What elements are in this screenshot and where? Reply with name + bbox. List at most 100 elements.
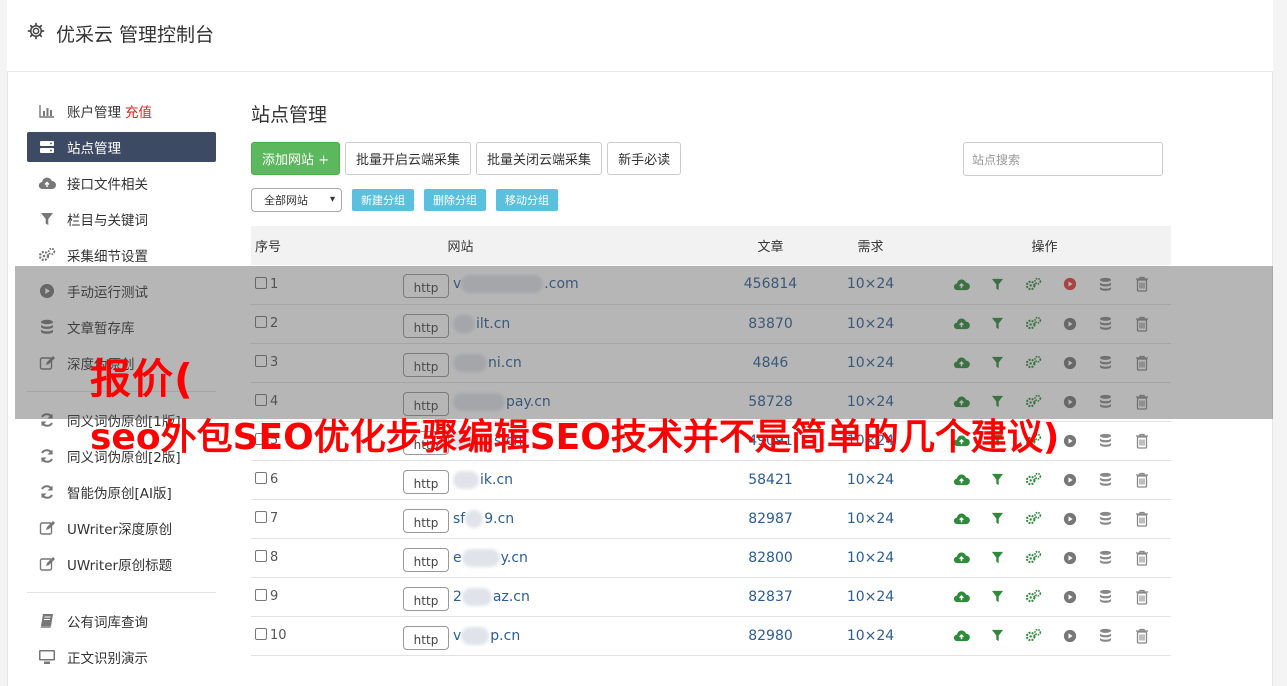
group-select-value: 全部网站 — [264, 194, 308, 207]
sidebar-item-4[interactable]: UWriter深度原创 — [27, 510, 216, 546]
redacted-domain — [461, 548, 500, 567]
filter-icon[interactable] — [989, 471, 1007, 489]
gears-icon[interactable] — [1025, 627, 1043, 645]
guide-button[interactable]: 新手必读 — [607, 142, 682, 175]
add-site-button[interactable]: 添加网站 + — [251, 142, 341, 175]
article-count[interactable]: 82980 — [718, 616, 823, 656]
gears-icon — [38, 247, 56, 263]
col-articles: 文章 — [718, 226, 823, 265]
table-row[interactable]: 9 http 2 az.cn 82837 10×24 — [251, 577, 1171, 617]
site-cell: http v p.cn — [323, 616, 718, 656]
sidebar-item-label: 账户管理 — [67, 105, 121, 121]
recharge-link[interactable]: 充值 — [125, 101, 152, 121]
database-icon[interactable] — [1097, 588, 1115, 606]
sidebar-item-1[interactable]: 账户管理 充值 — [27, 93, 216, 129]
sidebar-item-5[interactable]: UWriter原创标题 — [27, 546, 216, 582]
sidebar-item-3[interactable]: 智能伪原创[AI版] — [27, 474, 216, 510]
play-circle-icon[interactable] — [1061, 588, 1079, 606]
sidebar-item-2[interactable]: 站点管理 — [27, 132, 216, 162]
col-site: 网站 — [323, 226, 718, 265]
database-icon[interactable] — [1097, 549, 1115, 567]
row-actions — [918, 616, 1171, 656]
row-actions — [918, 538, 1171, 578]
delete-group-button[interactable]: 删除分组 — [424, 189, 486, 211]
database-icon[interactable] — [1097, 510, 1115, 528]
database-icon[interactable] — [1097, 471, 1115, 489]
demand-value[interactable]: 10×24 — [823, 577, 918, 617]
article-count[interactable]: 82987 — [718, 499, 823, 539]
trash-icon[interactable] — [1133, 510, 1151, 528]
play-circle-icon[interactable] — [1061, 510, 1079, 528]
protocol-badge[interactable]: http — [403, 586, 449, 611]
sidebar-item-2[interactable]: 正文识别演示 — [27, 639, 216, 675]
demand-value[interactable]: 10×24 — [823, 538, 918, 578]
row-index: 7 — [251, 499, 323, 539]
group-controls: 全部网站 ▾ 新建分组 删除分组 移动分组 — [251, 188, 558, 212]
filter-icon[interactable] — [989, 510, 1007, 528]
site-cell: http ik.cn — [323, 460, 718, 500]
move-group-button[interactable]: 移动分组 — [496, 189, 558, 211]
filter-icon[interactable] — [989, 549, 1007, 567]
row-checkbox[interactable] — [255, 550, 267, 562]
protocol-badge[interactable]: http — [403, 625, 449, 650]
table-row[interactable]: 10 http v p.cn 82980 10×24 — [251, 616, 1171, 656]
sidebar-item-label: UWriter原创标题 — [67, 558, 173, 574]
row-number: 10 — [270, 628, 287, 643]
main-content: 站点管理 添加网站 + 批量开启云端采集 批量关闭云端采集 新手必读 站点搜索 … — [251, 100, 1171, 656]
cloud-upload-icon[interactable] — [953, 510, 971, 528]
bar-chart-icon — [38, 103, 56, 119]
row-checkbox[interactable] — [255, 628, 267, 640]
article-count[interactable]: 82800 — [718, 538, 823, 578]
trash-icon[interactable] — [1133, 471, 1151, 489]
cloud-upload-icon[interactable] — [953, 471, 971, 489]
cloud-upload-icon[interactable] — [953, 549, 971, 567]
protocol-badge[interactable]: http — [403, 469, 449, 494]
cloud-upload-icon[interactable] — [953, 588, 971, 606]
play-circle-icon[interactable] — [1061, 432, 1079, 450]
row-checkbox[interactable] — [255, 589, 267, 601]
batch-close-cloud-button[interactable]: 批量关闭云端采集 — [476, 142, 603, 175]
row-checkbox[interactable] — [255, 511, 267, 523]
site-suffix: y.cn — [500, 549, 528, 566]
group-select[interactable]: 全部网站 ▾ — [251, 188, 342, 212]
trash-icon[interactable] — [1133, 549, 1151, 567]
trash-icon[interactable] — [1133, 588, 1151, 606]
row-index: 10 — [251, 616, 323, 656]
table-row[interactable]: 6 http ik.cn 58421 10×24 — [251, 460, 1171, 500]
gears-icon[interactable] — [1025, 549, 1043, 567]
database-icon[interactable] — [1097, 627, 1115, 645]
demand-value[interactable]: 10×24 — [823, 460, 918, 500]
play-circle-icon[interactable] — [1061, 471, 1079, 489]
site-cell: http 2 az.cn — [323, 577, 718, 617]
site-search-input[interactable]: 站点搜索 — [963, 142, 1163, 176]
filter-icon[interactable] — [989, 588, 1007, 606]
article-count[interactable]: 82837 — [718, 577, 823, 617]
new-group-button[interactable]: 新建分组 — [352, 189, 414, 211]
filter-icon[interactable] — [989, 627, 1007, 645]
protocol-badge[interactable]: http — [403, 508, 449, 533]
site-suffix: az.cn — [492, 588, 530, 605]
cloud-upload-icon[interactable] — [953, 627, 971, 645]
sidebar-item-3[interactable]: 接口文件相关 — [27, 165, 216, 201]
demand-value[interactable]: 10×24 — [823, 616, 918, 656]
play-circle-icon[interactable] — [1061, 549, 1079, 567]
table-row[interactable]: 8 http e y.cn 82800 10×24 — [251, 538, 1171, 578]
gears-icon[interactable] — [1025, 588, 1043, 606]
sidebar-item-4[interactable]: 栏目与关键词 — [27, 201, 216, 237]
demand-value[interactable]: 10×24 — [823, 499, 918, 539]
col-ops: 操作 — [918, 226, 1171, 265]
article-count[interactable]: 58421 — [718, 460, 823, 500]
trash-icon[interactable] — [1133, 627, 1151, 645]
trash-icon[interactable] — [1133, 432, 1151, 450]
redacted-domain — [465, 509, 484, 528]
gears-icon[interactable] — [1025, 510, 1043, 528]
table-row[interactable]: 7 http sf 9.cn 82987 10×24 — [251, 499, 1171, 539]
batch-open-cloud-button[interactable]: 批量开启云端采集 — [345, 142, 472, 175]
app-title: 优采云 管理控制台 — [56, 24, 215, 46]
protocol-badge[interactable]: http — [403, 547, 449, 572]
row-checkbox[interactable] — [255, 472, 267, 484]
database-icon[interactable] — [1097, 432, 1115, 450]
sidebar-item-1[interactable]: 公有词库查询 — [27, 603, 216, 639]
play-circle-icon[interactable] — [1061, 627, 1079, 645]
gears-icon[interactable] — [1025, 471, 1043, 489]
